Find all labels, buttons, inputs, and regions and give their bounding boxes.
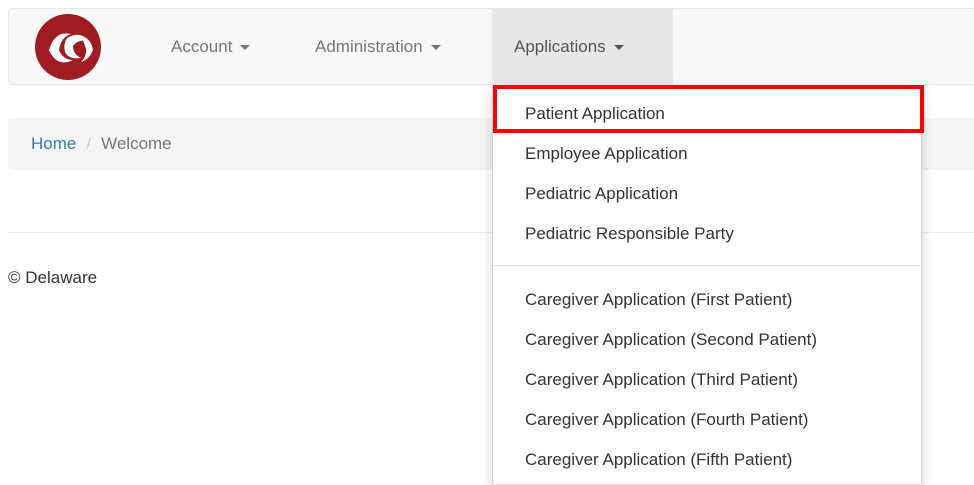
breadcrumb-home-link[interactable]: Home xyxy=(31,134,76,154)
menu-item-caregiver-second-patient[interactable]: Caregiver Application (Second Patient) xyxy=(493,320,921,360)
footer-copyright: © Delaware xyxy=(8,268,98,287)
menu-divider xyxy=(493,265,921,266)
menu-item-pediatric-responsible-party[interactable]: Pediatric Responsible Party xyxy=(493,214,921,254)
caret-down-icon xyxy=(613,44,624,50)
menu-item-pediatric-application[interactable]: Pediatric Application xyxy=(493,174,921,214)
navbar: Account Administration Applications xyxy=(8,8,974,85)
nav-applications[interactable]: Applications xyxy=(492,9,673,85)
menu-item-caregiver-fourth-patient[interactable]: Caregiver Application (Fourth Patient) xyxy=(493,400,921,440)
nav-account-label: Account xyxy=(171,37,233,56)
menu-item-caregiver-fifth-patient[interactable]: Caregiver Application (Fifth Patient) xyxy=(493,440,921,480)
nav-account[interactable]: Account xyxy=(149,9,272,85)
breadcrumb-current: Welcome xyxy=(101,134,172,153)
menu-item-employee-application[interactable]: Employee Application xyxy=(493,134,921,174)
nav-administration[interactable]: Administration xyxy=(293,9,463,85)
nav-applications-label: Applications xyxy=(514,37,606,56)
delaware-logo[interactable] xyxy=(33,12,103,82)
menu-item-caregiver-first-patient[interactable]: Caregiver Application (First Patient) xyxy=(493,280,921,320)
breadcrumb-separator: / xyxy=(86,134,92,153)
applications-dropdown-menu: Patient Application Employee Application… xyxy=(492,85,922,485)
menu-item-caregiver-third-patient[interactable]: Caregiver Application (Third Patient) xyxy=(493,360,921,400)
caret-down-icon xyxy=(430,44,441,50)
nav-administration-label: Administration xyxy=(315,37,423,56)
caret-down-icon xyxy=(240,44,251,50)
menu-item-patient-application[interactable]: Patient Application xyxy=(493,94,921,134)
